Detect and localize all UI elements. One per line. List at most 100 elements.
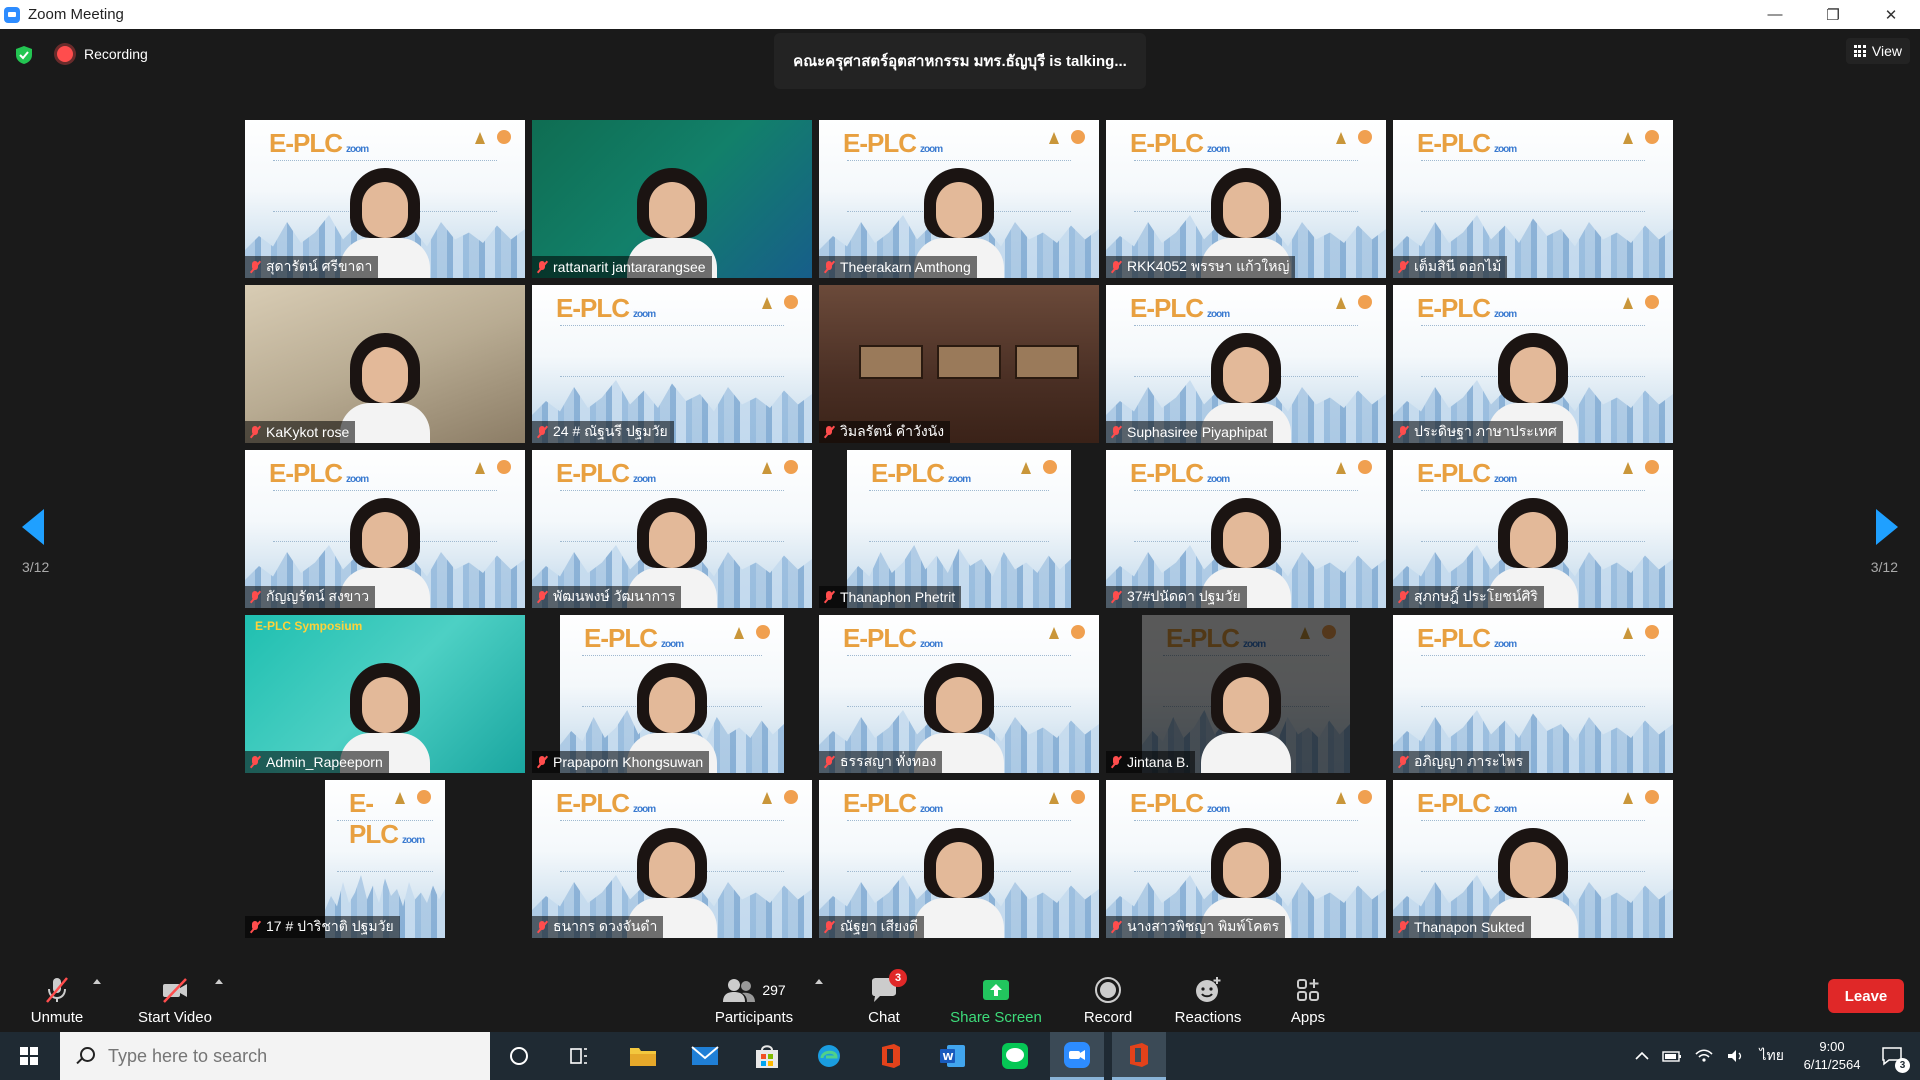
zoom-taskbar-button[interactable] xyxy=(1050,1032,1104,1080)
audio-options-chevron-icon[interactable] xyxy=(93,979,101,984)
unmute-button[interactable]: Unmute xyxy=(22,959,92,1032)
video-tile[interactable]: วิมลรัตน์ คำวังนัง xyxy=(819,285,1099,443)
line-button[interactable] xyxy=(988,1032,1042,1080)
input-language[interactable]: ไทย xyxy=(1760,1045,1784,1067)
video-tile[interactable]: E-PLC zoom ธนากร ดวงจันดำ xyxy=(532,780,812,938)
video-tile[interactable]: E-PLC zoom ประดิษฐา ภาษาประเทศ xyxy=(1393,285,1673,443)
eplc-logo: E-PLC zoom xyxy=(1130,128,1230,158)
store-button[interactable] xyxy=(740,1032,794,1080)
participant-name-bar: วิมลรัตน์ คำวังนัง xyxy=(819,421,951,443)
share-screen-button[interactable]: Share Screen xyxy=(946,959,1046,1032)
office-active-button[interactable] xyxy=(1112,1032,1166,1080)
video-tile[interactable]: KaKykot rose xyxy=(245,285,525,443)
eplc-logo: E-PLC zoom xyxy=(556,788,656,818)
muted-mic-icon xyxy=(536,590,548,604)
participants-options-chevron-icon[interactable] xyxy=(815,979,823,984)
word-button[interactable]: W xyxy=(926,1032,980,1080)
video-tile[interactable]: E-PLC zoom Thanaphon Phetrit xyxy=(819,450,1099,608)
restore-button[interactable]: ❐ xyxy=(1804,0,1862,29)
video-grid: E-PLC zoom สุดารัตน์ ศรีขาดา rattanarit jan… xyxy=(245,120,1675,938)
video-tile[interactable]: E-PLC zoom นางสาวพิชญา พิมพ์โคตร xyxy=(1106,780,1386,938)
participant-name: Admin_Rapeeporn xyxy=(266,754,383,770)
start-button[interactable] xyxy=(0,1032,58,1080)
video-options-chevron-icon[interactable] xyxy=(215,979,223,984)
network-icon[interactable] xyxy=(1694,1048,1714,1064)
video-tile[interactable]: E-PLC zoom 37#ปนัดดา ปฐมวัย xyxy=(1106,450,1386,608)
eplc-logo: E-PLC zoom xyxy=(1166,623,1266,653)
office-button[interactable] xyxy=(864,1032,918,1080)
participant-name: Suphasiree Piyaphipat xyxy=(1127,424,1268,440)
background-seal2 xyxy=(762,792,772,804)
cortana-button[interactable] xyxy=(492,1032,546,1080)
chevron-up-icon[interactable] xyxy=(1634,1048,1650,1064)
participant-name: Thanapon Sukted xyxy=(1414,919,1525,935)
video-tile[interactable]: E-PLC zoom ธรรสญา ทั่งทอง xyxy=(819,615,1099,773)
grid-view-icon xyxy=(1853,45,1866,57)
video-tile[interactable]: E-PLC zoom Thanapon Sukted xyxy=(1393,780,1673,938)
background-seal xyxy=(1071,625,1085,639)
clock-time: 9:00 xyxy=(1819,1039,1845,1054)
video-tile[interactable]: E-PLC zoom Prapaporn Khongsuwan xyxy=(532,615,812,773)
video-tile[interactable]: E-PLC zoom สุดารัตน์ ศรีขาดา xyxy=(245,120,525,278)
video-tile[interactable]: rattanarit jantararangsee xyxy=(532,120,812,278)
video-tile[interactable]: E-PLC zoom Theerakarn Amthong xyxy=(819,120,1099,278)
close-button[interactable]: ✕ xyxy=(1862,0,1920,29)
task-view-button[interactable] xyxy=(552,1032,606,1080)
participant-name-bar: RKK4052 พรรษา แก้วใหญ่ xyxy=(1106,256,1296,278)
video-tile[interactable]: E-PLC zoom RKK4052 พรรษา แก้วใหญ่ xyxy=(1106,120,1386,278)
background-net xyxy=(337,820,433,872)
video-tile[interactable]: E-PLC zoom 17 # ปาริชาติ ปฐมวัย xyxy=(245,780,525,938)
mail-button[interactable] xyxy=(678,1032,732,1080)
video-tile[interactable]: E-PLC zoom เต็มสินี ดอกไม้ xyxy=(1393,120,1673,278)
battery-icon[interactable] xyxy=(1661,1048,1682,1064)
video-tile[interactable]: E-PLC zoom กัญญรัตน์ สงขาว xyxy=(245,450,525,608)
video-tile[interactable]: E-PLC zoom 24 # ณัฐนรี ปฐมวัย xyxy=(532,285,812,443)
folder-icon xyxy=(630,1048,656,1066)
view-button[interactable]: View xyxy=(1845,38,1910,64)
search-icon xyxy=(76,1047,95,1065)
chat-button[interactable]: 3 Chat xyxy=(856,959,912,1032)
video-tile[interactable]: E-PLC zoom อภิญญา ภาระไพร xyxy=(1393,615,1673,773)
eplc-logo: E-PLC zoom xyxy=(269,128,369,158)
taskbar-search-input[interactable] xyxy=(106,1044,440,1068)
record-icon xyxy=(1095,977,1121,1003)
video-tile[interactable]: E-PLC Symposium Admin_Rapeeporn xyxy=(245,615,525,773)
muted-mic-icon xyxy=(1110,755,1122,769)
video-feed xyxy=(819,285,1099,443)
previous-page-icon[interactable] xyxy=(22,509,44,545)
muted-mic-icon xyxy=(1110,425,1122,439)
background-seal2 xyxy=(1623,792,1633,804)
video-tile[interactable]: E-PLC zoom Suphasiree Piyaphipat xyxy=(1106,285,1386,443)
meeting-toolbar: Unmute Start Video 297 Participants 3 Ch… xyxy=(0,959,1920,1032)
volume-icon[interactable] xyxy=(1726,1048,1746,1064)
start-video-button[interactable]: Start Video xyxy=(132,959,218,1032)
video-off-icon xyxy=(163,978,187,1003)
background-seal2 xyxy=(1049,132,1059,144)
video-tile[interactable]: E-PLC zoom Jintana B. xyxy=(1106,615,1386,773)
muted-mic-icon xyxy=(1397,920,1409,934)
participant-name-bar: KaKykot rose xyxy=(245,421,356,443)
video-tile[interactable]: E-PLC zoom ณัฐยา เสียงดี xyxy=(819,780,1099,938)
record-button[interactable]: Record xyxy=(1078,959,1138,1032)
video-tile[interactable]: E-PLC zoom พัฒนพงษ์ วัฒนาการ xyxy=(532,450,812,608)
apps-icon xyxy=(1297,979,1319,1001)
background-seal xyxy=(1358,460,1372,474)
zoom-icon xyxy=(1064,1041,1090,1068)
notification-center-button[interactable]: 3 xyxy=(1872,1032,1912,1080)
apps-button[interactable]: Apps xyxy=(1282,959,1334,1032)
video-tile[interactable]: E-PLC zoom สุภกษฎิ์ ประโยชน์ศิริ xyxy=(1393,450,1673,608)
edge-button[interactable] xyxy=(802,1032,856,1080)
next-page-icon[interactable] xyxy=(1876,509,1898,545)
participants-button[interactable]: 297 Participants xyxy=(706,959,802,1032)
taskbar-search[interactable] xyxy=(60,1032,490,1080)
leave-button[interactable]: Leave xyxy=(1828,979,1904,1013)
recording-label[interactable]: Recording xyxy=(84,46,148,62)
eplc-logo: E-PLC zoom xyxy=(1417,623,1517,653)
minimize-button[interactable]: — xyxy=(1746,0,1804,29)
participant-name-bar: กัญญรัตน์ สงขาว xyxy=(245,586,376,608)
file-explorer-button[interactable] xyxy=(616,1032,670,1080)
shield-icon[interactable] xyxy=(16,46,32,64)
reactions-button[interactable]: Reactions xyxy=(1170,959,1246,1032)
clock[interactable]: 9:00 6/11/2564 xyxy=(1792,1038,1872,1074)
video-feed: E-PLC zoom xyxy=(532,285,812,443)
